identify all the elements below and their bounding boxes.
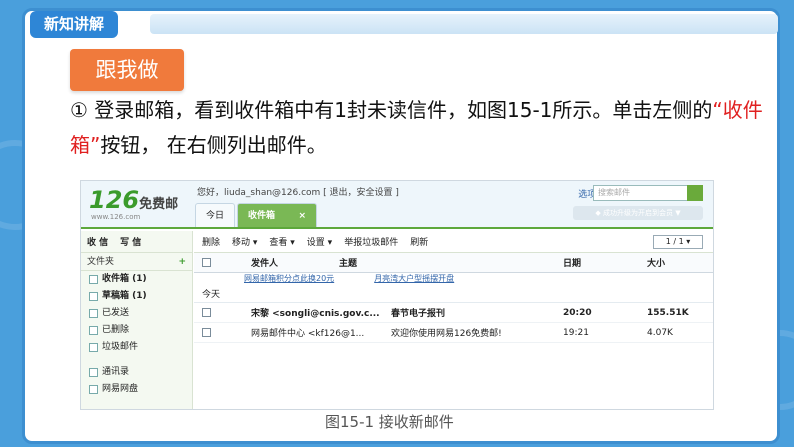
mail-date: 19:21 bbox=[563, 327, 589, 338]
netdisk-icon bbox=[89, 385, 98, 394]
mailbox-screenshot: 126免费邮 www.126.com 您好，liuda_shan@126.com… bbox=[80, 180, 714, 410]
inbox-icon bbox=[89, 275, 98, 284]
settings-button[interactable]: 设置 ▾ bbox=[307, 235, 332, 248]
sidebar-item-spam[interactable]: 垃圾邮件 bbox=[81, 339, 192, 356]
contacts-icon bbox=[89, 368, 98, 377]
sidebar-item-sent[interactable]: 已发送 bbox=[81, 305, 192, 322]
tab-inbox-label: 收件箱 bbox=[248, 211, 276, 221]
mail-main: 删除 移动 ▾ 查看 ▾ 设置 ▾ 举报垃圾邮件 刷新 1 / 1 ▾ 发件人 … bbox=[194, 231, 713, 409]
sidebar-item-label: 网易网盘 bbox=[102, 384, 139, 394]
mail-logo: 126免费邮 bbox=[89, 186, 178, 214]
sent-icon bbox=[89, 309, 98, 318]
drafts-icon bbox=[89, 292, 98, 301]
mail-sender: 网易邮件中心 <kf126@1... bbox=[251, 329, 365, 339]
mail-tabs: 今日 收件箱 × bbox=[195, 203, 319, 227]
table-row[interactable]: 网易邮件中心 <kf126@1... 欢迎你使用网易126免费邮! 19:21 … bbox=[194, 323, 713, 343]
mailbox-header: 126免费邮 www.126.com 您好，liuda_shan@126.com… bbox=[81, 181, 713, 229]
row-checkbox[interactable] bbox=[202, 308, 211, 317]
refresh-button[interactable]: 刷新 bbox=[410, 235, 428, 248]
mail-subject: 欢迎你使用网易126免费邮! bbox=[391, 329, 502, 339]
mail-sender: 宋黎 <songli@cnis.gov.c... bbox=[251, 309, 380, 319]
mail-date: 20:20 bbox=[563, 307, 592, 318]
upgrade-button[interactable]: ◆ 成功升级为开启到会员 ▼ bbox=[573, 206, 703, 220]
sidebar-item-label: 垃圾邮件 bbox=[102, 342, 139, 352]
sidebar-item-label: 收件箱 (1) bbox=[102, 274, 147, 284]
select-all-checkbox[interactable] bbox=[202, 258, 211, 267]
close-icon[interactable]: × bbox=[298, 204, 306, 228]
side-actions: 收 信 写 信 bbox=[81, 231, 192, 253]
sidebar-item-label: 草稿箱 (1) bbox=[102, 291, 147, 301]
ad-link[interactable]: 网易邮箱积分点此换20元 bbox=[244, 273, 334, 287]
instruction-part2: 按钮， 在右侧列出邮件。 bbox=[100, 133, 327, 157]
row-checkbox[interactable] bbox=[202, 328, 211, 337]
logo-number: 126 bbox=[89, 186, 140, 214]
section-tag: 新知讲解 bbox=[30, 11, 119, 38]
mail-sidebar: 收 信 写 信 文件夹 + 收件箱 (1) 草稿箱 (1) 已发送 已删除 垃圾… bbox=[81, 231, 193, 409]
logo-url: www.126.com bbox=[91, 213, 141, 221]
figure-caption: 图15-1 接收新邮件 bbox=[325, 413, 454, 431]
column-date[interactable]: 日期 bbox=[563, 256, 647, 269]
move-button[interactable]: 移动 ▾ bbox=[232, 235, 257, 248]
trash-icon bbox=[89, 326, 98, 335]
receive-button[interactable]: 收 信 bbox=[87, 235, 108, 248]
sidebar-item-drafts[interactable]: 草稿箱 (1) bbox=[81, 288, 192, 305]
spam-icon bbox=[89, 343, 98, 352]
delete-button[interactable]: 删除 bbox=[202, 235, 220, 248]
ad-link[interactable]: 月亮湾大户型摇摆开盘 bbox=[374, 273, 454, 287]
top-decoration-bar bbox=[150, 14, 778, 34]
ad-row: 网易邮箱积分点此换20元 月亮湾大户型摇摆开盘 bbox=[194, 273, 713, 287]
column-header: 发件人 主题 日期 大小 bbox=[194, 253, 713, 273]
column-size[interactable]: 大小 bbox=[647, 256, 665, 269]
column-subject[interactable]: 主题 bbox=[339, 256, 563, 269]
mail-size: 155.51K bbox=[647, 307, 689, 318]
greeting-text: 您好，liuda_shan@126.com [ 退出，安全设置 ] bbox=[197, 188, 399, 198]
sidebar-item-contacts[interactable]: 通讯录 bbox=[81, 364, 192, 381]
sidebar-item-deleted[interactable]: 已删除 bbox=[81, 322, 192, 339]
sidebar-item-label: 已删除 bbox=[102, 325, 130, 335]
follow-me-button[interactable]: 跟我做 bbox=[70, 49, 184, 91]
column-sender[interactable]: 发件人 bbox=[251, 256, 339, 269]
report-spam-button[interactable]: 举报垃圾邮件 bbox=[344, 235, 398, 248]
sidebar-item-inbox[interactable]: 收件箱 (1) bbox=[81, 271, 192, 288]
compose-button[interactable]: 写 信 bbox=[120, 235, 141, 248]
folder-header-label: 文件夹 bbox=[87, 257, 115, 267]
mail-toolbar: 删除 移动 ▾ 查看 ▾ 设置 ▾ 举报垃圾邮件 刷新 1 / 1 ▾ bbox=[194, 231, 713, 253]
group-today[interactable]: 今天 bbox=[194, 287, 713, 303]
search-icon[interactable] bbox=[687, 185, 703, 201]
page-selector[interactable]: 1 / 1 ▾ bbox=[653, 234, 703, 249]
folder-header[interactable]: 文件夹 + bbox=[81, 253, 192, 271]
tab-today[interactable]: 今日 bbox=[195, 203, 236, 227]
mail-subject: 春节电子报刊 bbox=[391, 309, 446, 319]
sidebar-item-label: 已发送 bbox=[102, 308, 130, 318]
search-placeholder: 搜索邮件 bbox=[598, 188, 630, 197]
add-folder-icon[interactable]: + bbox=[178, 253, 186, 271]
instruction-part1: ① 登录邮箱，看到收件箱中有1封未读信件，如图15-1所示。单击左侧的 bbox=[70, 98, 713, 122]
mail-size: 4.07K bbox=[647, 327, 673, 338]
sidebar-item-netdisk[interactable]: 网易网盘 bbox=[81, 381, 192, 398]
logo-text: 免费邮 bbox=[139, 197, 179, 212]
table-row[interactable]: 宋黎 <songli@cnis.gov.c... 春节电子报刊 20:20 15… bbox=[194, 303, 713, 323]
tab-inbox[interactable]: 收件箱 × bbox=[237, 203, 318, 228]
instruction-text: ① 登录邮箱，看到收件箱中有1封未读信件，如图15-1所示。单击左侧的“收件箱”… bbox=[70, 93, 770, 163]
sidebar-item-label: 通讯录 bbox=[102, 367, 130, 377]
search-input[interactable]: 搜索邮件 bbox=[593, 185, 703, 201]
view-button[interactable]: 查看 ▾ bbox=[269, 235, 294, 248]
